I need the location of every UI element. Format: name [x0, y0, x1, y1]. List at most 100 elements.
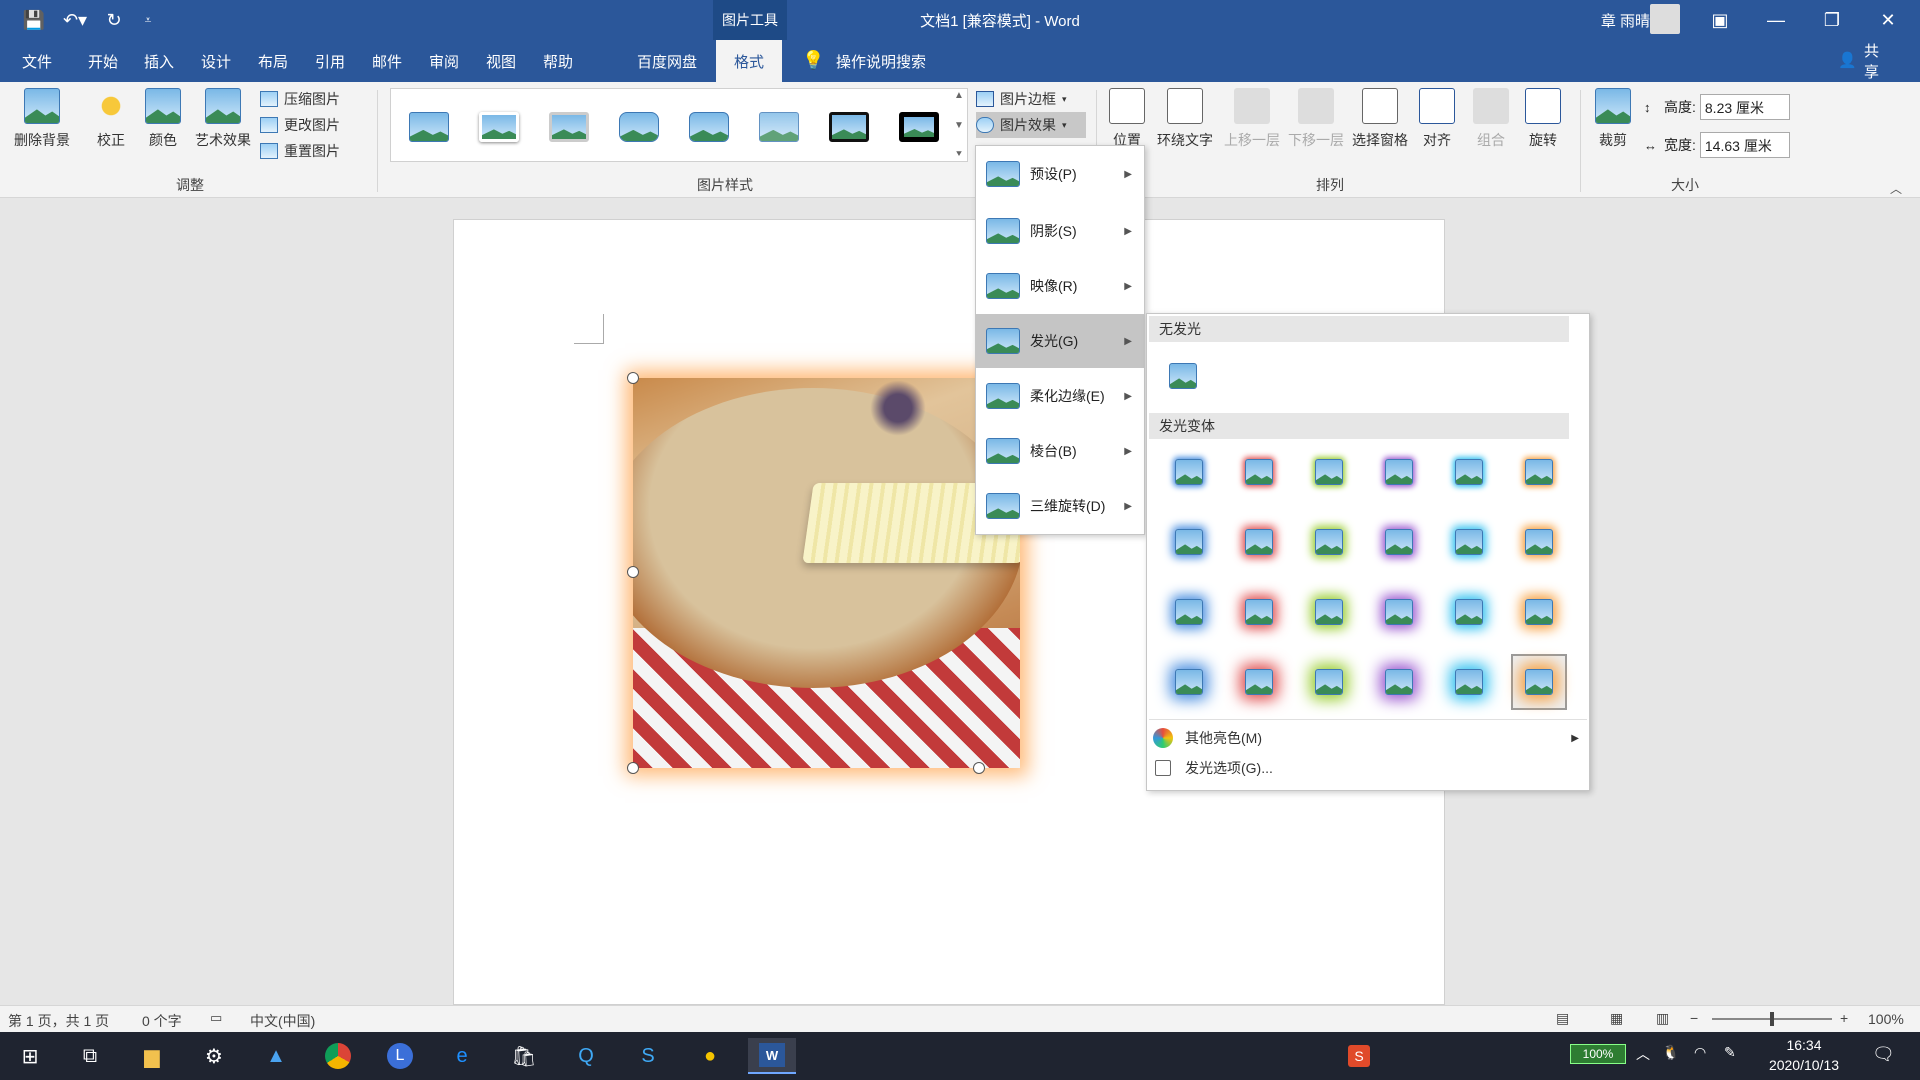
- windows-start-icon[interactable]: ⊞: [6, 1038, 54, 1074]
- app-q-icon[interactable]: Q: [562, 1038, 610, 1074]
- app-yellow-icon[interactable]: ●: [686, 1038, 734, 1074]
- zoom-level[interactable]: 100%: [1868, 1011, 1904, 1027]
- glow-variant-r4-c5[interactable]: [1441, 654, 1497, 710]
- menu-item-preset[interactable]: 预设(P) ▶: [976, 147, 1144, 201]
- menu-item-shadow[interactable]: 阴影(S) ▶: [976, 204, 1144, 258]
- zoom-slider-thumb[interactable]: [1770, 1012, 1774, 1026]
- selected-picture-bread[interactable]: [633, 378, 1020, 768]
- glow-variant-r2-c1[interactable]: [1161, 514, 1217, 570]
- app-s-icon[interactable]: S: [624, 1038, 672, 1074]
- glow-variant-r2-c6[interactable]: [1511, 514, 1567, 570]
- qq-icon[interactable]: 🐧: [1662, 1044, 1679, 1061]
- align-button[interactable]: 对齐: [1416, 88, 1458, 150]
- glow-variant-r3-c6[interactable]: [1511, 584, 1567, 640]
- chrome-icon[interactable]: [314, 1038, 362, 1074]
- avatar[interactable]: [1650, 4, 1680, 34]
- tab-baidu-netdisk[interactable]: 百度网盘: [626, 40, 708, 82]
- glow-variant-r3-c2[interactable]: [1231, 584, 1287, 640]
- ie-icon[interactable]: e: [438, 1038, 486, 1074]
- customize-qat-icon[interactable]: ⩡: [138, 8, 158, 32]
- ribbon-display-icon[interactable]: ▣: [1692, 0, 1748, 40]
- glow-variant-r3-c4[interactable]: [1371, 584, 1427, 640]
- style-thumb-4[interactable]: [615, 107, 663, 147]
- glow-variant-r2-c2[interactable]: [1231, 514, 1287, 570]
- battery-indicator[interactable]: 100%: [1570, 1044, 1626, 1064]
- zoom-in-icon[interactable]: +: [1840, 1010, 1848, 1026]
- tab-file[interactable]: 文件: [12, 40, 62, 82]
- glow-variant-r4-c2[interactable]: [1231, 654, 1287, 710]
- tab-format[interactable]: 格式: [716, 40, 782, 82]
- style-thumb-3[interactable]: [545, 107, 593, 147]
- save-icon[interactable]: 💾: [20, 8, 48, 32]
- tray-chevron-icon[interactable]: ︿: [1636, 1044, 1650, 1064]
- app-l-icon[interactable]: L: [376, 1038, 424, 1074]
- web-layout-icon[interactable]: ▥: [1656, 1010, 1669, 1027]
- style-thumb-8[interactable]: [895, 107, 943, 147]
- proofing-icon[interactable]: ▭: [210, 1010, 222, 1026]
- glow-options[interactable]: 发光选项(G)...: [1147, 754, 1589, 782]
- send-backward-button[interactable]: 下移一层: [1284, 88, 1348, 150]
- group-button[interactable]: 组合: [1470, 88, 1512, 150]
- glow-variant-r3-c3[interactable]: [1301, 584, 1357, 640]
- clock-time[interactable]: 16:34: [1756, 1037, 1852, 1053]
- position-button[interactable]: 位置: [1104, 88, 1150, 150]
- resize-handle-bottom[interactable]: [973, 762, 985, 774]
- style-thumb-7[interactable]: [825, 107, 873, 147]
- selection-pane-button[interactable]: 选择窗格: [1348, 88, 1412, 150]
- close-icon[interactable]: ✕: [1860, 0, 1916, 40]
- glow-variant-r3-c5[interactable]: [1441, 584, 1497, 640]
- pen-icon[interactable]: ✎: [1724, 1044, 1736, 1061]
- gallery-more-icon[interactable]: ⯆: [955, 149, 963, 160]
- sogou-icon[interactable]: S: [1348, 1045, 1370, 1067]
- word-taskbar-icon[interactable]: W: [748, 1038, 796, 1074]
- photos-icon[interactable]: ▲: [252, 1038, 300, 1074]
- glow-variant-r1-c2[interactable]: [1231, 444, 1287, 500]
- glow-variant-r1-c6[interactable]: [1511, 444, 1567, 500]
- redo-icon[interactable]: ↻: [100, 8, 128, 32]
- glow-variant-r1-c1[interactable]: [1161, 444, 1217, 500]
- glow-variant-r4-c6[interactable]: [1511, 654, 1567, 710]
- tab-mailings[interactable]: 邮件: [362, 40, 412, 82]
- menu-item-soft-edges[interactable]: 柔化边缘(E) ▶: [976, 369, 1144, 423]
- picture-border-button[interactable]: 图片边框 ▾: [976, 86, 1086, 112]
- settings-gear-icon[interactable]: ⚙: [190, 1038, 238, 1074]
- resize-handle-left[interactable]: [627, 566, 639, 578]
- glow-variant-r3-c1[interactable]: [1161, 584, 1217, 640]
- glow-variant-r4-c3[interactable]: [1301, 654, 1357, 710]
- wrap-text-button[interactable]: 环绕文字: [1152, 88, 1218, 150]
- menu-item-3d-rotation[interactable]: 三维旋转(D) ▶: [976, 479, 1144, 533]
- glow-variant-r2-c5[interactable]: [1441, 514, 1497, 570]
- rotate-button[interactable]: 旋转: [1522, 88, 1564, 150]
- picture-effects-button[interactable]: 图片效果 ▾: [976, 112, 1086, 138]
- tab-insert[interactable]: 插入: [134, 40, 184, 82]
- user-name[interactable]: 章 雨晴: [1570, 0, 1650, 40]
- print-layout-icon[interactable]: ▦: [1610, 1010, 1623, 1027]
- collapse-ribbon-icon[interactable]: ︿: [1890, 180, 1902, 197]
- page-count[interactable]: 第 1 页，共 1 页: [8, 1011, 109, 1031]
- glow-variant-r2-c3[interactable]: [1301, 514, 1357, 570]
- store-icon[interactable]: 🛍: [500, 1038, 548, 1074]
- menu-item-glow[interactable]: 发光(G) ▶: [976, 314, 1144, 368]
- file-explorer-icon[interactable]: ▆: [128, 1038, 176, 1074]
- glow-variant-r1-c5[interactable]: [1441, 444, 1497, 500]
- more-glow-colors[interactable]: 其他亮色(M) ▶: [1147, 724, 1589, 752]
- tab-view[interactable]: 视图: [476, 40, 526, 82]
- resize-handle-bottom-left[interactable]: [627, 762, 639, 774]
- tell-me-search[interactable]: 操作说明搜索: [826, 40, 936, 82]
- task-view-icon[interactable]: ⧉: [66, 1038, 114, 1074]
- gallery-scroll[interactable]: ▲ ▼ ⯆: [952, 90, 966, 160]
- no-glow-option[interactable]: [1155, 348, 1211, 404]
- tab-help[interactable]: 帮助: [533, 40, 583, 82]
- read-mode-icon[interactable]: ▤: [1556, 1010, 1569, 1027]
- zoom-out-icon[interactable]: −: [1690, 1010, 1698, 1026]
- style-thumb-1[interactable]: [405, 107, 453, 147]
- style-thumb-5[interactable]: [685, 107, 733, 147]
- crop-button[interactable]: 裁剪: [1592, 88, 1634, 150]
- compress-pictures-button[interactable]: 压缩图片: [260, 86, 370, 112]
- minimize-icon[interactable]: —: [1748, 0, 1804, 40]
- glow-variant-r1-c4[interactable]: [1371, 444, 1427, 500]
- clock-date[interactable]: 2020/10/13: [1756, 1057, 1852, 1073]
- glow-variant-r1-c3[interactable]: [1301, 444, 1357, 500]
- gallery-down-icon[interactable]: ▼: [954, 120, 964, 131]
- menu-item-bevel[interactable]: 棱台(B) ▶: [976, 424, 1144, 478]
